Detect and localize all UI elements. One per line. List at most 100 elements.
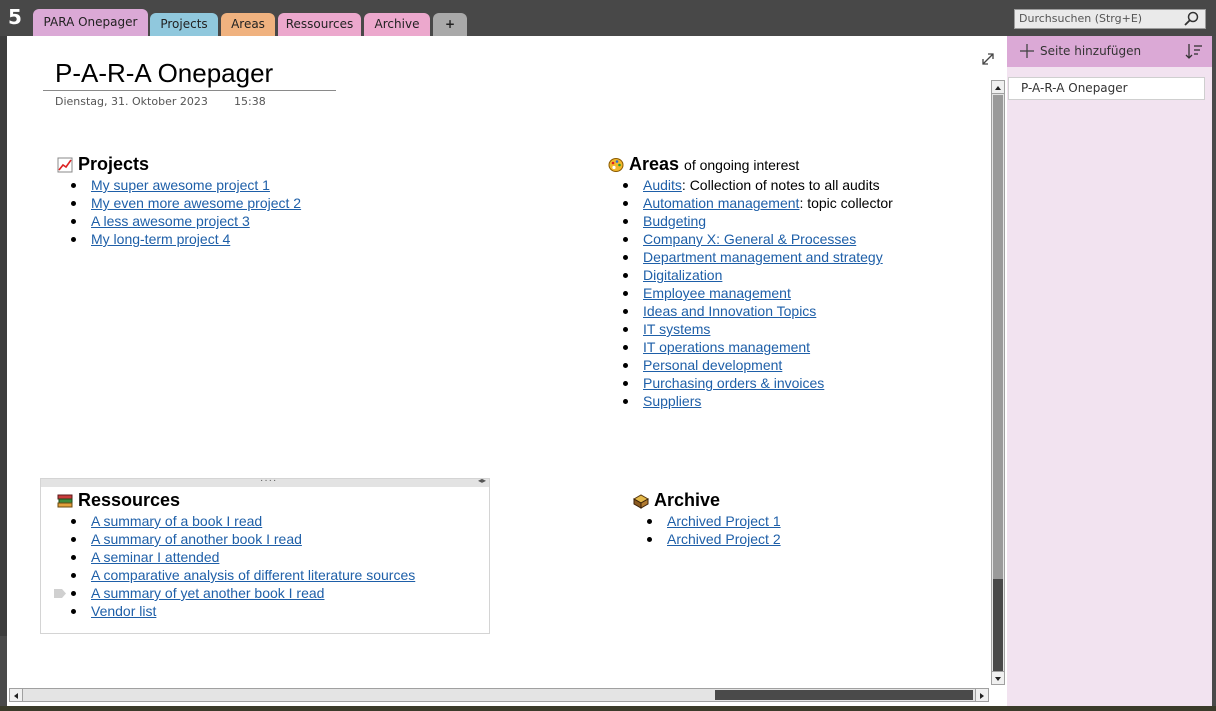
areas-list: Audits: Collection of notes to all audit… [608, 176, 893, 410]
areas-heading-text: Areas [629, 154, 680, 174]
chevron-down-icon [995, 677, 1001, 681]
page-time: 15:38 [234, 95, 266, 108]
scroll-down-button[interactable] [992, 671, 1004, 684]
tab-archive[interactable]: Archive [364, 13, 430, 36]
add-page-label: Seite hinzufügen [1040, 44, 1142, 58]
chart-icon [57, 157, 73, 172]
scroll-up-button[interactable] [992, 81, 1004, 94]
vertical-scrollbar[interactable] [991, 80, 1005, 685]
chevron-right-icon [980, 693, 984, 699]
archive-list: Archived Project 1 Archived Project 2 [632, 512, 781, 548]
list-item: My long-term project 4 [56, 230, 301, 248]
project-link[interactable]: My long-term project 4 [91, 231, 230, 247]
archive-link[interactable]: Archived Project 2 [667, 531, 781, 547]
area-link[interactable]: IT operations management [643, 339, 810, 355]
list-item: Company X: General & Processes [608, 230, 893, 248]
tab-areas[interactable]: Areas [221, 13, 275, 36]
add-page-button[interactable]: Seite hinzufügen [1007, 36, 1212, 67]
sort-icon[interactable] [1185, 42, 1203, 60]
list-item: A less awesome project 3 [56, 212, 301, 230]
archive-heading-text: Archive [654, 490, 721, 510]
projects-heading-text: Projects [78, 154, 150, 174]
window-edge [1212, 36, 1216, 706]
list-item: My super awesome project 1 [56, 176, 301, 194]
chevron-left-icon [14, 693, 18, 699]
tab-projects[interactable]: Projects [150, 13, 218, 36]
ressources-heading: Ressources [57, 490, 180, 511]
search-icon[interactable] [1183, 11, 1201, 27]
archive-heading: Archive [633, 490, 720, 511]
area-link[interactable]: Company X: General & Processes [643, 231, 856, 247]
list-item: Suppliers [608, 392, 893, 410]
title-underline [43, 90, 336, 91]
desktop-strip [0, 706, 1216, 711]
horizontal-scrollbar[interactable] [9, 688, 989, 702]
container-drag-handle[interactable]: ···· ◂▸ [41, 475, 489, 487]
area-link[interactable]: Budgeting [643, 213, 706, 229]
list-item: Digitalization [608, 266, 893, 284]
tab-para-onepager[interactable]: PARA Onepager [33, 9, 148, 38]
list-item: Archived Project 1 [632, 512, 781, 530]
list-item: Budgeting [608, 212, 893, 230]
tab-ressources[interactable]: Ressources [278, 13, 361, 36]
resource-link[interactable]: A seminar I attended [91, 549, 219, 565]
list-item: Archived Project 2 [632, 530, 781, 548]
scroll-right-button[interactable] [975, 689, 988, 701]
pages-panel: Seite hinzufügen P-A-R-A Onepager [1007, 36, 1212, 706]
list-item: A summary of another book I read [56, 530, 415, 548]
area-link[interactable]: IT systems [643, 321, 710, 337]
project-link[interactable]: My super awesome project 1 [91, 177, 270, 193]
list-item: IT systems [608, 320, 893, 338]
area-link[interactable]: Audits [643, 177, 682, 193]
area-link[interactable]: Employee management [643, 285, 791, 301]
project-link[interactable]: A less awesome project 3 [91, 213, 250, 229]
scroll-left-button[interactable] [10, 689, 23, 701]
list-item: Employee management [608, 284, 893, 302]
area-link[interactable]: Purchasing orders & invoices [643, 375, 824, 391]
ressources-list: A summary of a book I read A summary of … [56, 512, 415, 620]
list-item: Automation management: topic collector [608, 194, 893, 212]
list-item: A seminar I attended [56, 548, 415, 566]
plus-icon [1020, 44, 1034, 58]
resource-link[interactable]: A summary of another book I read [91, 531, 302, 547]
resource-link[interactable]: Vendor list [91, 603, 156, 619]
archive-box-icon [633, 493, 649, 509]
resource-link[interactable]: A comparative analysis of different lite… [91, 567, 415, 583]
vertical-scroll-thumb[interactable] [993, 95, 1003, 579]
area-link[interactable]: Ideas and Innovation Topics [643, 303, 816, 319]
add-section-button[interactable]: + [433, 13, 467, 36]
books-icon [57, 494, 73, 507]
vertical-scroll-track [993, 579, 1003, 672]
page-canvas[interactable]: P-A-R-A Onepager Dienstag, 31. Oktober 2… [7, 36, 1007, 706]
list-item: A summary of yet another book I read [56, 584, 415, 602]
area-link[interactable]: Automation management [643, 195, 799, 211]
area-note: : topic collector [799, 195, 893, 211]
list-item: A comparative analysis of different lite… [56, 566, 415, 584]
drag-dots-icon: ···· [260, 475, 278, 486]
list-item: Department management and strategy [608, 248, 893, 266]
resource-link[interactable]: A summary of a book I read [91, 513, 262, 529]
resource-link[interactable]: A summary of yet another book I read [91, 585, 324, 601]
area-link[interactable]: Suppliers [643, 393, 701, 409]
horizontal-scroll-thumb[interactable] [715, 690, 973, 700]
projects-list: My super awesome project 1 My even more … [56, 176, 301, 248]
list-item: Ideas and Innovation Topics [608, 302, 893, 320]
page-title[interactable]: P-A-R-A Onepager [55, 58, 273, 89]
list-item: A summary of a book I read [56, 512, 415, 530]
project-link[interactable]: My even more awesome project 2 [91, 195, 301, 211]
notebook-topbar: 5 PARA Onepager Projects Areas Ressource… [0, 0, 1216, 38]
expand-icon[interactable] [980, 51, 996, 67]
resize-arrows-icon[interactable]: ◂▸ [478, 476, 486, 485]
search-input[interactable]: Durchsuchen (Strg+E) [1014, 9, 1206, 29]
list-item: Personal development [608, 356, 893, 374]
area-link[interactable]: Department management and strategy [643, 249, 883, 265]
area-link[interactable]: Personal development [643, 357, 782, 373]
area-note: : Collection of notes to all audits [681, 177, 880, 193]
archive-link[interactable]: Archived Project 1 [667, 513, 781, 529]
list-item: IT operations management [608, 338, 893, 356]
area-link[interactable]: Digitalization [643, 267, 722, 283]
page-list-item[interactable]: P-A-R-A Onepager [1008, 77, 1205, 100]
projects-heading: Projects [57, 154, 149, 175]
onenote-icon[interactable]: 5 [8, 5, 22, 29]
paragraph-tag-icon[interactable] [54, 589, 66, 598]
